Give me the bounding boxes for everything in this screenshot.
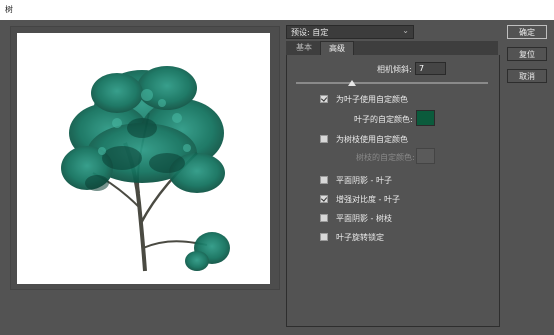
flat-shading-leaves-label: 平面阴影 - 叶子 <box>336 176 392 185</box>
leaf-color-label: 叶子的自定颜色: <box>354 115 413 124</box>
enhance-contrast-leaves-label: 增强对比度 - 叶子 <box>336 195 400 204</box>
title-bar: 树 <box>0 0 554 20</box>
enhance-contrast-leaves-checkbox[interactable] <box>320 195 328 203</box>
preset-label: 预设: 自定 <box>291 28 329 37</box>
leaf-rotation-lock-label: 叶子旋转锁定 <box>336 233 384 242</box>
branch-color-label: 树枝的自定颜色: <box>356 153 415 162</box>
leaf-custom-color-checkbox[interactable] <box>320 95 328 103</box>
camera-tilt-input[interactable]: 7 <box>415 62 446 75</box>
camera-tilt-slider-thumb[interactable] <box>348 80 356 86</box>
branch-custom-color-label: 为树枝使用自定颜色 <box>336 135 408 144</box>
branch-color-swatch <box>416 148 435 164</box>
cancel-button[interactable]: 取消 <box>507 69 547 83</box>
flat-shading-leaves-checkbox[interactable] <box>320 176 328 184</box>
tree-illustration <box>61 66 230 272</box>
tree-preview <box>17 33 270 284</box>
camera-tilt-label: 相机倾斜: <box>377 65 412 74</box>
preset-dropdown[interactable]: 预设: 自定 ⌄ <box>286 25 414 39</box>
ok-button[interactable]: 确定 <box>507 25 547 39</box>
camera-tilt-slider-track[interactable] <box>296 82 488 84</box>
leaf-custom-color-label: 为叶子使用自定颜色 <box>336 95 408 104</box>
tab-bar: 基本 高级 <box>286 41 498 56</box>
flat-shading-branches-checkbox[interactable] <box>320 214 328 222</box>
leaf-rotation-lock-checkbox[interactable] <box>320 233 328 241</box>
flat-shading-branches-label: 平面阴影 - 树枝 <box>336 214 392 223</box>
branch-custom-color-checkbox[interactable] <box>320 135 328 143</box>
tab-advanced[interactable]: 高级 <box>320 41 354 56</box>
leaf-color-swatch[interactable] <box>416 110 435 126</box>
preview-frame <box>10 26 280 290</box>
window-title: 树 <box>5 5 13 14</box>
reset-button[interactable]: 复位 <box>507 47 547 61</box>
chevron-down-icon: ⌄ <box>402 26 409 35</box>
tab-basic[interactable]: 基本 <box>288 41 320 55</box>
